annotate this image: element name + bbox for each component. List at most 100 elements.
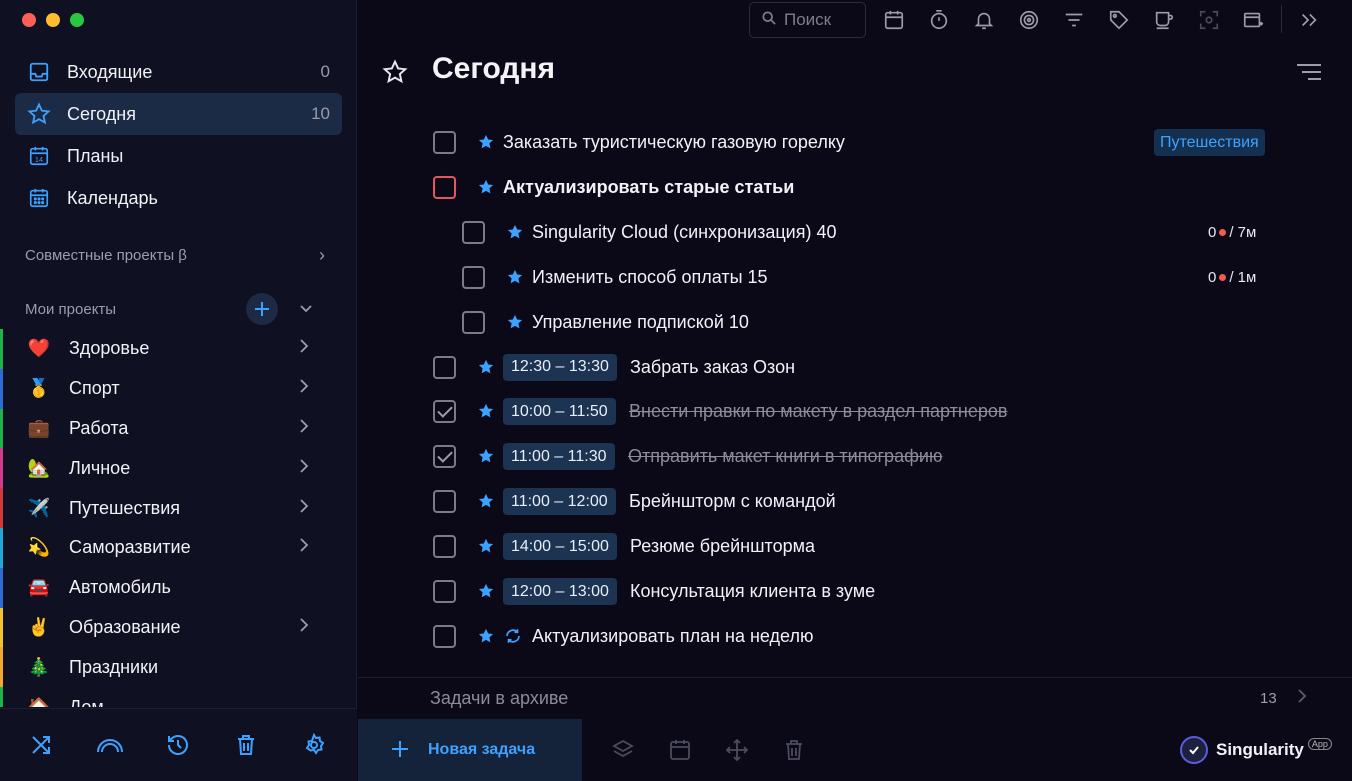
task-checkbox[interactable]: [462, 220, 485, 244]
star-icon[interactable]: [506, 313, 524, 331]
focus-icon[interactable]: [1198, 9, 1220, 31]
minimize-window-button[interactable]: [46, 13, 60, 27]
maximize-window-button[interactable]: [70, 13, 84, 27]
task-row[interactable]: 10:00 – 11:50 Внести правки по макету в р…: [358, 389, 1352, 434]
task-row[interactable]: 14:00 – 15:00 Резюме брейншторма: [358, 524, 1352, 569]
time-badge[interactable]: 14:00 – 15:00: [503, 533, 617, 561]
collapse-projects-chevron-icon[interactable]: [298, 300, 314, 321]
archived-tasks-row[interactable]: Задачи в архиве 13: [358, 677, 1352, 719]
project-item[interactable]: ❤️ Здоровье: [0, 329, 357, 369]
project-item[interactable]: 💫 Саморазвитие: [0, 527, 357, 568]
add-project-button[interactable]: [246, 293, 278, 325]
star-icon[interactable]: [477, 627, 495, 645]
trash-icon[interactable]: [234, 733, 258, 757]
new-task-button[interactable]: Новая задача: [358, 719, 582, 781]
project-item[interactable]: 🥇 Спорт: [0, 368, 357, 409]
project-item[interactable]: ✌️ Образование: [0, 607, 357, 648]
task-row[interactable]: 12:00 – 13:00 Консультация клиента в зуме: [358, 569, 1352, 614]
task-checkbox[interactable]: [433, 355, 456, 379]
task-checkbox[interactable]: [433, 580, 456, 603]
calendar-icon[interactable]: [883, 9, 905, 31]
task-title[interactable]: Брейншторм с командой: [629, 491, 836, 512]
task-title[interactable]: Актуализировать план на неделю: [532, 626, 813, 647]
tag-icon[interactable]: [1108, 9, 1130, 31]
task-row[interactable]: Singularity Cloud (синхронизация) 40 0 / 7…: [358, 210, 1352, 255]
move-icon[interactable]: [725, 738, 749, 762]
project-item[interactable]: 💼 Работа: [0, 408, 357, 449]
task-title[interactable]: Управление подпиской 10: [532, 312, 749, 333]
shared-projects-section[interactable]: Совместные проекты β ›: [25, 240, 325, 270]
nav-item-plans[interactable]: 14 Планы: [15, 135, 342, 177]
trash-icon[interactable]: [782, 738, 806, 762]
star-icon[interactable]: [477, 492, 495, 510]
task-row[interactable]: 12:30 – 13:30 Забрать заказ Озон: [358, 345, 1352, 390]
nav-item-inbox[interactable]: Входящие 0: [15, 51, 342, 93]
history-icon[interactable]: [166, 733, 190, 757]
chevron-right-icon[interactable]: [299, 498, 309, 518]
filter-icon[interactable]: [1063, 9, 1085, 31]
cup-icon[interactable]: [1153, 9, 1175, 31]
shuffle-icon[interactable]: [29, 733, 53, 757]
rainbow-icon[interactable]: [96, 733, 124, 757]
task-row[interactable]: Заказать туристическую газовую горелку Пу…: [358, 120, 1352, 165]
target-icon[interactable]: [1018, 9, 1040, 31]
star-icon[interactable]: [477, 133, 495, 151]
task-row[interactable]: Актуализировать старые статьи: [358, 165, 1352, 210]
task-row[interactable]: 11:00 – 12:00 Брейншторм с командой: [358, 479, 1352, 524]
search-input[interactable]: Поиск: [749, 2, 866, 38]
bell-icon[interactable]: [973, 9, 995, 31]
star-icon[interactable]: [477, 178, 495, 196]
task-checkbox[interactable]: [433, 131, 456, 154]
task-title[interactable]: Актуализировать старые статьи: [503, 177, 794, 198]
task-title[interactable]: Отправить макет книги в типографию: [628, 446, 942, 467]
task-checkbox[interactable]: [433, 175, 456, 199]
calendar-icon[interactable]: [668, 738, 692, 762]
star-icon[interactable]: [506, 223, 524, 241]
star-icon[interactable]: [477, 447, 495, 465]
layers-icon[interactable]: [611, 738, 635, 762]
chevron-right-icon[interactable]: [299, 459, 309, 478]
chevron-right-icon[interactable]: [299, 339, 309, 358]
project-item[interactable]: 🏡 Личное: [0, 448, 357, 489]
project-item[interactable]: 🏠 Дом: [0, 687, 357, 707]
star-icon[interactable]: [477, 582, 495, 600]
task-checkbox[interactable]: [433, 490, 456, 514]
task-checkbox[interactable]: [433, 535, 456, 559]
task-title[interactable]: Резюме брейншторма: [630, 536, 815, 557]
task-checkbox[interactable]: [433, 624, 456, 648]
sort-menu-icon[interactable]: [1296, 62, 1322, 82]
task-row[interactable]: 11:00 – 11:30 Отправить макет книги в тип…: [358, 434, 1352, 479]
project-item[interactable]: 🚘 Автомобиль: [0, 567, 357, 608]
task-checkbox[interactable]: [462, 310, 485, 334]
task-tag-badge[interactable]: Путешествия: [1154, 129, 1265, 156]
task-row[interactable]: Актуализировать план на неделю: [358, 614, 1352, 659]
task-title[interactable]: Изменить способ оплаты 15: [532, 267, 768, 288]
add-window-icon[interactable]: [1242, 9, 1264, 31]
chevron-right-icon[interactable]: [299, 618, 309, 637]
nav-item-today[interactable]: Сегодня 10: [15, 93, 342, 135]
nav-item-calendar[interactable]: Календарь: [15, 177, 342, 219]
task-checkbox[interactable]: [433, 400, 456, 424]
chevron-right-icon[interactable]: [299, 379, 309, 398]
task-row[interactable]: Изменить способ оплаты 15 0 / 1м: [358, 255, 1352, 300]
star-icon[interactable]: [477, 358, 495, 376]
timer-icon[interactable]: [928, 9, 950, 31]
star-icon[interactable]: [506, 268, 524, 286]
project-item[interactable]: ✈️ Путешествия: [0, 488, 357, 528]
time-badge[interactable]: 12:30 – 13:30: [503, 353, 617, 381]
close-window-button[interactable]: [22, 13, 36, 27]
task-title[interactable]: Консультация клиента в зуме: [630, 581, 875, 602]
task-checkbox[interactable]: [462, 265, 485, 289]
chevron-right-icon[interactable]: [299, 419, 309, 438]
star-icon[interactable]: [477, 537, 495, 555]
project-item[interactable]: 🎄 Праздники: [0, 647, 357, 688]
task-title[interactable]: Singularity Cloud (синхронизация) 40: [532, 222, 836, 243]
task-row[interactable]: Управление подпиской 10: [358, 300, 1352, 345]
favorite-star-icon[interactable]: [382, 59, 410, 87]
star-icon[interactable]: [477, 402, 495, 420]
task-title[interactable]: Заказать туристическую газовую горелку: [503, 132, 845, 153]
time-badge[interactable]: 11:00 – 12:00: [503, 488, 616, 516]
time-badge[interactable]: 10:00 – 11:50: [503, 398, 616, 426]
settings-icon[interactable]: [302, 732, 326, 757]
time-badge[interactable]: 12:00 – 13:00: [503, 578, 617, 605]
